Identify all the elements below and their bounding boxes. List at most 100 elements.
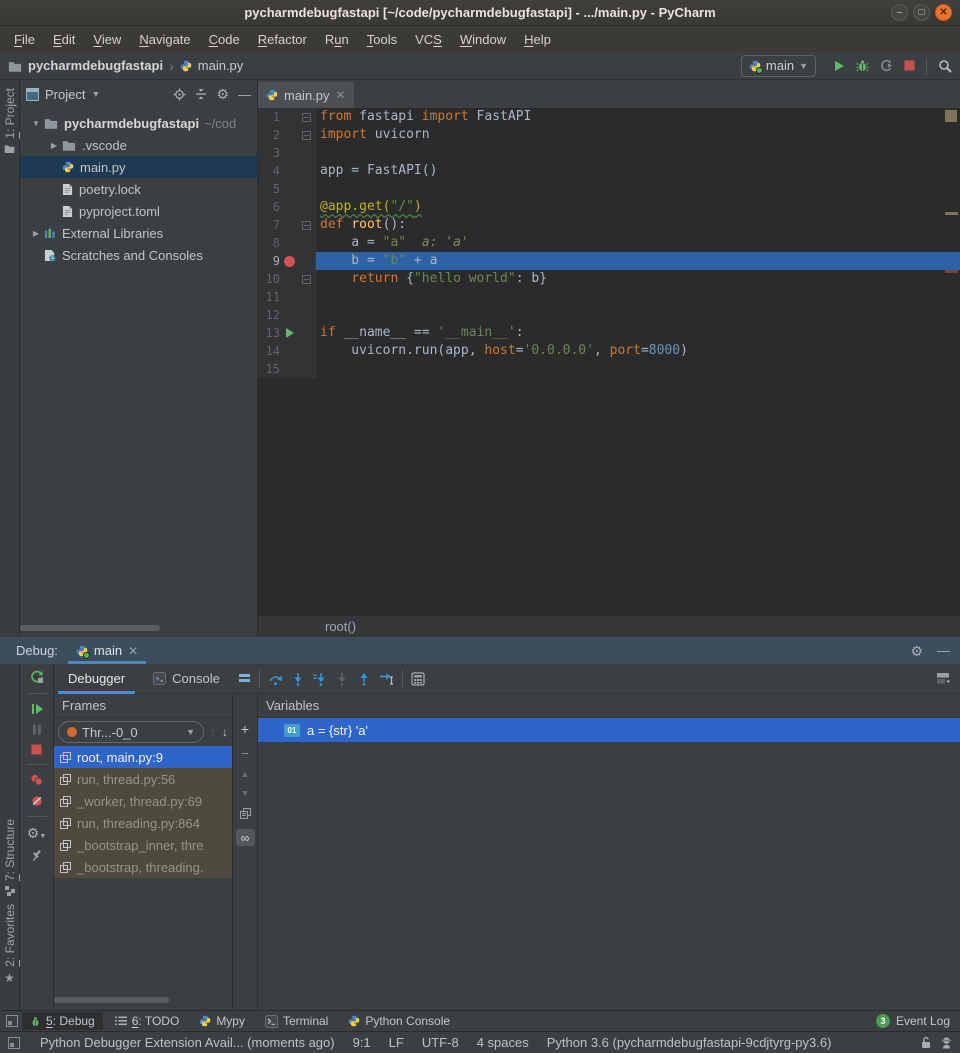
tree-item--vscode[interactable]: ▶.vscode <box>20 134 257 156</box>
tree-item-pycharmdebugfastapi[interactable]: ▼pycharmdebugfastapi~/cod <box>20 112 257 134</box>
remove-watch-icon[interactable]: − <box>241 746 249 760</box>
gutter[interactable]: 9 <box>258 252 316 270</box>
gutter[interactable]: 13 <box>258 324 316 342</box>
code-text[interactable]: app = FastAPI() <box>316 162 960 180</box>
menu-tools[interactable]: Tools <box>359 29 405 50</box>
code-text[interactable]: from fastapi import FastAPI <box>316 108 960 126</box>
frames-horizontal-scrollbar[interactable] <box>54 997 169 1003</box>
tree-item-scratches-and-consoles[interactable]: Scratches and Consoles <box>20 244 257 266</box>
debug-session-tab[interactable]: main ✕ <box>68 637 146 664</box>
resume-icon[interactable] <box>31 703 43 715</box>
project-view-selector[interactable]: Project ▼ <box>45 87 100 102</box>
code-line-10[interactable]: 10 return {"hello world": b} <box>258 270 960 288</box>
frame-row[interactable]: _bootstrap, threading. <box>54 856 232 878</box>
code-line-8[interactable]: 8 a = "a" a: 'a' <box>258 234 960 252</box>
debug-icon[interactable] <box>856 59 869 72</box>
breadcrumb-file[interactable]: main.py <box>198 58 244 73</box>
maximize-button[interactable]: □ <box>913 4 930 21</box>
code-text[interactable] <box>316 306 960 324</box>
editor-tab-mainpy[interactable]: main.py ✕ <box>258 82 354 108</box>
gutter[interactable]: 8 <box>258 234 316 252</box>
menu-view[interactable]: View <box>85 29 129 50</box>
code-text[interactable] <box>316 144 960 162</box>
debug-settings-icon[interactable]: ⚙▼ <box>27 826 47 840</box>
fold-marker-icon[interactable] <box>299 216 314 234</box>
collapsed-arrow-icon[interactable]: ▶ <box>28 229 44 238</box>
locate-icon[interactable] <box>173 88 186 101</box>
code-line-3[interactable]: 3 <box>258 144 960 162</box>
frame-row[interactable]: run, threading.py:864 <box>54 812 232 834</box>
error-stripe-warning-block[interactable] <box>945 110 957 122</box>
indent-setting[interactable]: 4 spaces <box>477 1035 529 1050</box>
thread-selector[interactable]: Thr...-0_0 ▼ <box>58 721 204 743</box>
frame-row[interactable]: run, thread.py:56 <box>54 768 232 790</box>
run-icon[interactable] <box>833 60 845 72</box>
variable-row[interactable]: 01a = {str} 'a' <box>258 718 960 742</box>
frames-list[interactable]: root, main.py:9run, thread.py:56_worker,… <box>54 746 232 878</box>
code-line-7[interactable]: 7def root(): <box>258 216 960 234</box>
gear-icon[interactable]: ⚙ <box>910 644 923 658</box>
menu-refactor[interactable]: Refactor <box>250 29 315 50</box>
gutter[interactable]: 6 <box>258 198 316 216</box>
expanded-arrow-icon[interactable]: ▼ <box>28 119 44 128</box>
breadcrumb-project[interactable]: pycharmdebugfastapi <box>28 58 163 73</box>
show-watches-toggle[interactable]: ∞ <box>236 829 255 846</box>
tool-window-tab-structure[interactable]: 7: Structure <box>0 819 19 896</box>
evaluate-icon[interactable] <box>411 672 425 686</box>
close-tab-icon[interactable]: ✕ <box>336 88 346 102</box>
frame-row[interactable]: _bootstrap_inner, thre <box>54 834 232 856</box>
toolwindow-button-6-todo[interactable]: 6: TODO <box>107 1012 188 1030</box>
gutter[interactable]: 1 <box>258 108 316 126</box>
step-out-icon[interactable] <box>357 672 371 686</box>
stop-icon[interactable] <box>31 744 42 755</box>
tree-item-external-libraries[interactable]: ▶External Libraries <box>20 222 257 244</box>
pin-icon[interactable] <box>31 849 43 861</box>
tree-item-pyproject-toml[interactable]: pyproject.toml <box>20 200 257 222</box>
rerun-icon[interactable] <box>30 670 44 684</box>
code-text[interactable]: import uvicorn <box>316 126 960 144</box>
menu-run[interactable]: Run <box>317 29 357 50</box>
step-over-icon[interactable] <box>268 672 283 686</box>
menu-file[interactable]: File <box>6 29 43 50</box>
run-to-cursor-icon[interactable] <box>379 672 394 686</box>
tree-item-main-py[interactable]: main.py <box>20 156 257 178</box>
code-text[interactable]: @app.get("/") <box>316 198 960 216</box>
code-text[interactable]: if __name__ == '__main__': <box>316 324 960 342</box>
line-separator[interactable]: LF <box>389 1035 404 1050</box>
error-stripe-breakpoint-mark[interactable] <box>945 270 958 273</box>
force-step-into-icon[interactable] <box>313 672 327 686</box>
close-session-icon[interactable]: ✕ <box>128 644 138 658</box>
breakpoint-icon[interactable] <box>280 252 299 270</box>
interpreter[interactable]: Python 3.6 (pycharmdebugfastapi-9cdjtyrg… <box>547 1035 832 1050</box>
search-icon[interactable] <box>938 59 952 73</box>
mute-breakpoints-icon[interactable] <box>31 795 43 807</box>
code-line-1[interactable]: 1from fastapi import FastAPI <box>258 108 960 126</box>
pause-icon[interactable] <box>32 724 42 735</box>
coverage-icon[interactable] <box>880 59 893 72</box>
run-line-icon[interactable] <box>280 324 299 342</box>
stop-icon[interactable] <box>904 60 915 71</box>
status-message[interactable]: Python Debugger Extension Avail... (mome… <box>40 1035 335 1050</box>
gutter[interactable]: 12 <box>258 306 316 324</box>
toolwindow-button-python-console[interactable]: Python Console <box>340 1012 458 1030</box>
code-line-9[interactable]: 9 b = "b" + a <box>258 252 960 270</box>
tool-window-tab-project[interactable]: 1: Project <box>0 88 19 153</box>
menu-navigate[interactable]: Navigate <box>131 29 198 50</box>
menu-vcs[interactable]: VCS <box>407 29 450 50</box>
inspector-icon[interactable] <box>941 1036 952 1049</box>
next-frame-icon[interactable]: ↓ <box>222 725 228 739</box>
tree-item-poetry-lock[interactable]: poetry.lock <box>20 178 257 200</box>
project-horizontal-scrollbar[interactable] <box>20 625 160 631</box>
fold-marker-icon[interactable] <box>299 108 314 126</box>
run-arrow[interactable] <box>286 328 294 338</box>
previous-frame-icon[interactable]: ↑ <box>210 725 216 739</box>
code-line-14[interactable]: 14 uvicorn.run(app, host='0.0.0.0', port… <box>258 342 960 360</box>
gutter[interactable]: 15 <box>258 360 316 378</box>
code-line-6[interactable]: 6@app.get("/") <box>258 198 960 216</box>
gutter[interactable]: 3 <box>258 144 316 162</box>
menu-edit[interactable]: Edit <box>45 29 83 50</box>
collapse-all-icon[interactable] <box>195 88 207 100</box>
tab-console[interactable]: Console <box>143 664 230 694</box>
code-line-12[interactable]: 12 <box>258 306 960 324</box>
step-into-icon[interactable] <box>291 672 305 686</box>
